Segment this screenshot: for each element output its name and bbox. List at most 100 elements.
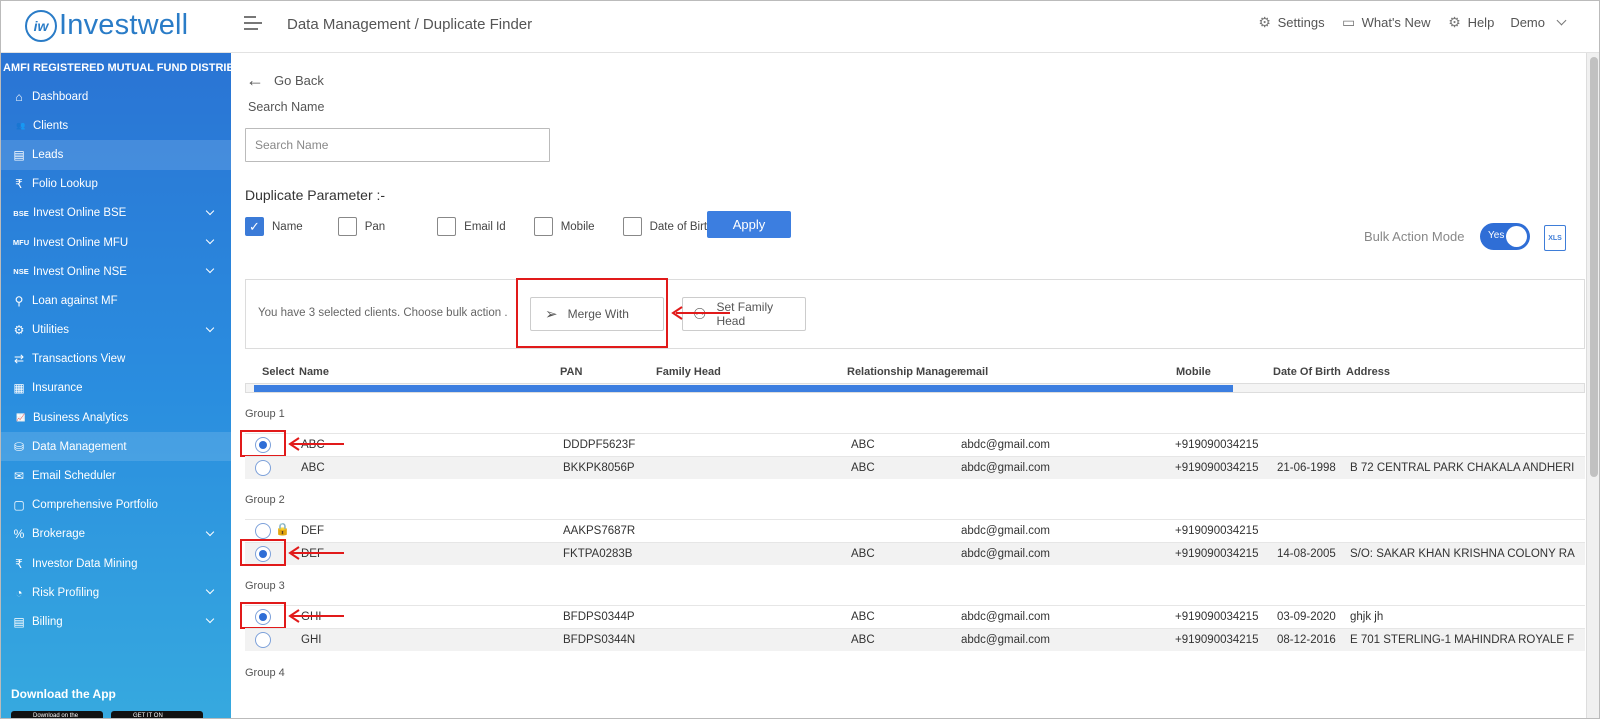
sidebar-item-billing[interactable]: ▤ Billing xyxy=(1,607,231,636)
sidebar-item-loan-against-mf[interactable]: ⚲ Loan against MF xyxy=(1,286,231,315)
leads-icon: ▤ xyxy=(13,147,25,162)
table-row[interactable]: GHI BFDPS0344N ABC abdc@gmail.com +919090034… xyxy=(245,628,1585,651)
email-icon: ✉ xyxy=(13,469,25,484)
checkbox-icon[interactable] xyxy=(437,217,457,236)
sidebar-item-brokerage[interactable]: % Brokerage xyxy=(1,520,231,549)
param-name[interactable]: ✓ Name xyxy=(245,217,303,236)
checkbox-checked-icon[interactable]: ✓ xyxy=(245,217,264,236)
checkbox-icon[interactable] xyxy=(337,217,357,236)
radio-selected-icon[interactable] xyxy=(255,609,271,625)
vertical-scrollbar-thumb[interactable] xyxy=(1590,57,1598,477)
sidebar-item-insurance[interactable]: ▦ Insurance xyxy=(1,374,231,403)
sidebar-item-business-analytics[interactable]: 📈 Business Analytics xyxy=(1,403,231,432)
merge-with-button[interactable]: ➢ Merge With xyxy=(530,297,664,331)
lock-icon: 🔒 xyxy=(275,522,290,536)
param-email[interactable]: Email Id xyxy=(437,217,506,236)
cell-mobile: +919090034215 xyxy=(1175,611,1259,623)
sidebar-item-utilities[interactable]: ⚙ Utilities xyxy=(1,316,231,345)
table-row[interactable]: GHI BFDPS0344P ABC abdc@gmail.com +919090034… xyxy=(245,605,1585,628)
sidebar-item-folio-lookup[interactable]: ₹ Folio Lookup xyxy=(1,170,231,199)
settings-link[interactable]: ⚙ Settings xyxy=(1257,13,1324,30)
main-content: ← Go Back Search Name Duplicate Paramete… xyxy=(231,53,1586,718)
table-header: Select Name PAN Family Head Relationship… xyxy=(245,363,1585,383)
go-back-link[interactable]: ← Go Back xyxy=(246,70,324,91)
set-family-head-button[interactable]: ⚇ Set Family Head xyxy=(682,297,806,331)
menu-toggle-icon[interactable] xyxy=(244,16,262,34)
cell-mobile: +919090034215 xyxy=(1175,548,1259,560)
sidebar-item-leads[interactable]: ▤ Leads xyxy=(1,140,231,170)
horizontal-scrollbar[interactable] xyxy=(245,383,1585,393)
cell-email: abdc@gmail.com xyxy=(961,439,1051,451)
table-row[interactable]: ABC BKKPK8056P ABC abdc@gmail.com +919090034… xyxy=(245,456,1585,479)
group-label: Group 2 xyxy=(245,494,285,506)
table-row[interactable]: 🔒 DEF AAKPS7687R abdc@gmail.com +91909003421… xyxy=(245,519,1585,542)
whats-new-link[interactable]: ▭ What's New xyxy=(1341,14,1431,30)
cell-rm: ABC xyxy=(851,439,875,451)
users-icon: 👥 xyxy=(16,121,26,131)
radio-icon[interactable] xyxy=(255,523,271,539)
chevron-down-icon[interactable] xyxy=(205,585,215,595)
radio-icon[interactable] xyxy=(255,460,271,476)
play-store-badge[interactable]: GET IT ON xyxy=(111,711,203,718)
param-mobile-label: Mobile xyxy=(560,220,595,233)
sidebar-item-investor-data-mining[interactable]: ₹ Investor Data Mining xyxy=(1,549,231,578)
horizontal-scrollbar-thumb[interactable] xyxy=(254,385,1233,392)
cell-rm: ABC xyxy=(851,611,875,623)
table-row[interactable]: ABC DDDPF5623F ABC abdc@gmail.com +919090034… xyxy=(245,433,1585,456)
sidebar-item-invest-online-nse[interactable]: NSE Invest Online NSE xyxy=(1,257,231,286)
cell-pan: BFDPS0344N xyxy=(563,634,636,646)
chevron-down-icon[interactable] xyxy=(205,235,215,245)
sidebar-item-email-scheduler[interactable]: ✉ Email Scheduler xyxy=(1,461,231,490)
vertical-scrollbar[interactable] xyxy=(1586,53,1599,718)
billing-icon: ▤ xyxy=(13,614,25,629)
risk-icon: ◔ xyxy=(15,585,23,600)
chevron-down-icon[interactable] xyxy=(205,615,215,624)
logo-mark-icon: iw xyxy=(25,9,57,42)
merge-icon: ➢ xyxy=(545,306,558,323)
chevron-down-icon[interactable] xyxy=(205,323,215,332)
sidebar-item-comprehensive-portfolio[interactable]: ▢ Comprehensive Portfolio xyxy=(1,491,231,520)
sidebar-item-dashboard[interactable]: ⌂ Dashboard xyxy=(1,82,231,111)
table-row[interactable]: DEF FKTPA0283B ABC abdc@gmail.com +919090034… xyxy=(245,542,1585,565)
chevron-down-icon[interactable] xyxy=(205,206,215,215)
apply-button[interactable]: Apply xyxy=(707,211,791,238)
radio-selected-icon[interactable] xyxy=(255,546,271,562)
radio-icon[interactable] xyxy=(255,632,271,648)
col-dob: Date Of Birth xyxy=(1273,366,1341,378)
app-store-badge[interactable]: Download on the xyxy=(11,711,103,718)
arrow-left-icon: ← xyxy=(246,70,264,90)
checkbox-icon[interactable] xyxy=(622,217,642,236)
cell-name: DEF xyxy=(301,548,324,560)
group-label: Group 1 xyxy=(245,408,285,420)
sidebar-item-label: Billing xyxy=(32,615,63,628)
sidebar-item-label: Comprehensive Portfolio xyxy=(32,499,158,512)
sidebar-item-data-management[interactable]: ⛁ Data Management xyxy=(1,432,231,462)
chevron-down-icon[interactable] xyxy=(205,264,215,274)
chevron-down-icon[interactable] xyxy=(205,527,215,537)
param-dob[interactable]: Date of Birth xyxy=(622,217,714,236)
radio-selected-icon[interactable] xyxy=(255,437,271,453)
param-mobile[interactable]: Mobile xyxy=(533,217,595,236)
cell-email: abdc@gmail.com xyxy=(961,634,1051,646)
param-pan[interactable]: Pan xyxy=(337,217,385,236)
xls-export-icon[interactable]: XLS xyxy=(1544,225,1566,251)
search-name-input[interactable] xyxy=(245,128,550,162)
help-link[interactable]: ⚙ Help xyxy=(1447,14,1494,30)
sidebar-item-transactions-view[interactable]: ⇄ Transactions View xyxy=(1,345,231,374)
checkbox-icon[interactable] xyxy=(533,217,553,236)
sidebar-item-clients[interactable]: 👥 Clients xyxy=(1,111,231,140)
sidebar-item-invest-online-mfu[interactable]: MFU Invest Online MFU xyxy=(1,228,231,257)
sidebar-item-invest-online-bse[interactable]: BSE Invest Online BSE xyxy=(1,199,231,228)
bulk-action-toggle[interactable]: Yes xyxy=(1480,223,1530,250)
transactions-icon: ⇄ xyxy=(13,352,25,367)
col-pan: PAN xyxy=(560,366,583,378)
cell-name: GHI xyxy=(301,611,322,623)
brand-logo[interactable]: iw Investwell xyxy=(25,9,188,42)
insurance-icon: ▦ xyxy=(13,381,25,396)
gear-icon: ⚙ xyxy=(1258,13,1271,30)
group-label: Group 4 xyxy=(245,667,285,679)
sidebar-item-risk-profiling[interactable]: ◔ Risk Profiling xyxy=(1,578,231,607)
user-menu[interactable]: Demo xyxy=(1510,15,1567,30)
toggle-knob xyxy=(1506,226,1527,247)
cell-rm: ABC xyxy=(851,634,875,646)
